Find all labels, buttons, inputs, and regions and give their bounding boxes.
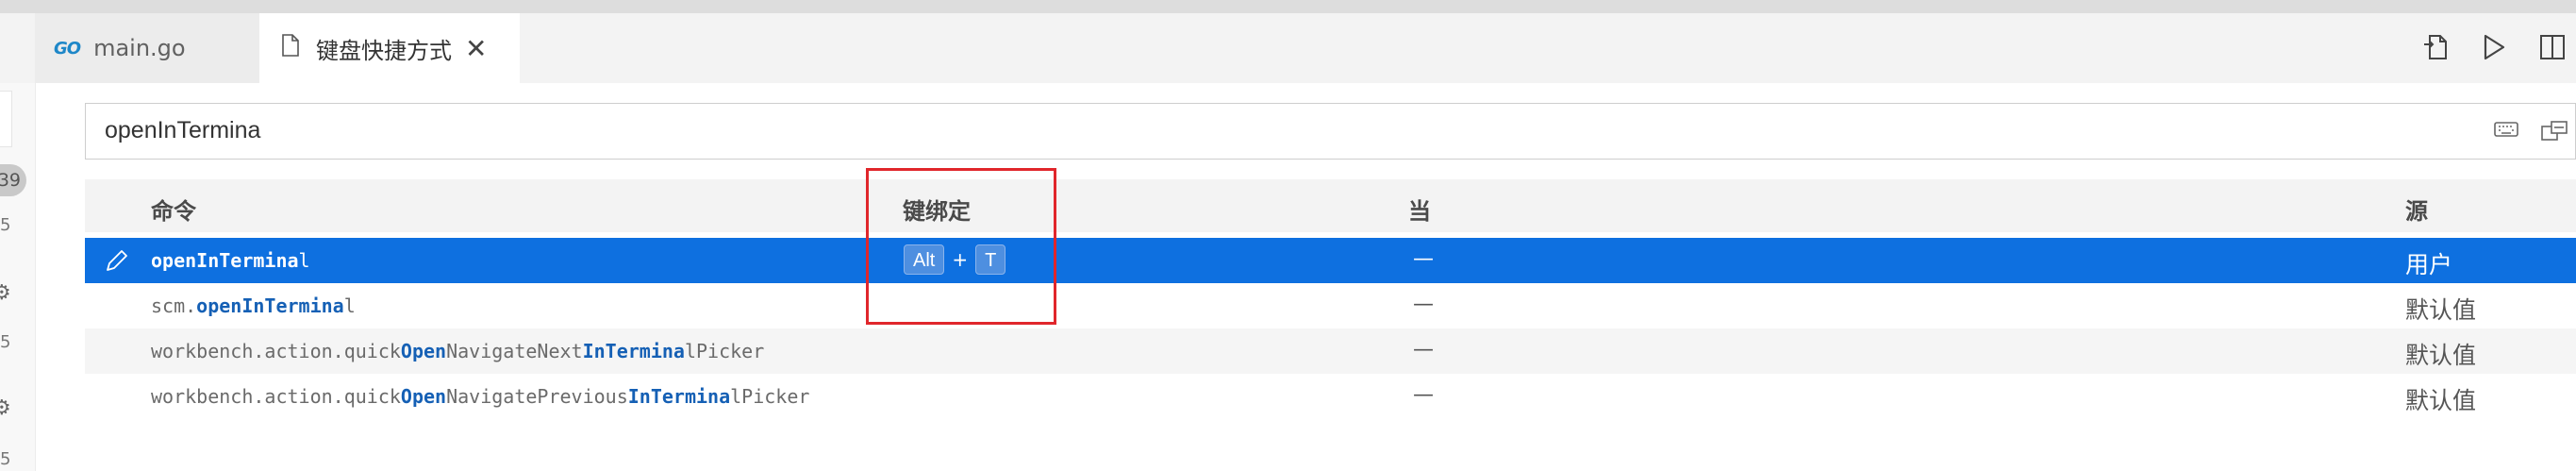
command-id: workbench.action.quickOpenNavigateNextIn… [151,340,764,362]
keybinding-search-input[interactable]: openInTermina [85,103,2576,160]
table-row[interactable]: workbench.action.quickOpenNavigateNextIn… [85,328,2576,374]
table-row[interactable]: scm.openInTerminal — 默认值 [85,283,2576,328]
when-clause: — [1413,383,1434,407]
command-text: workbench.action.quick [151,340,401,362]
command-text: l [298,249,310,272]
gear-icon: ⚙ [0,396,11,420]
gutter-panel-edge [0,91,12,147]
close-icon[interactable]: ✕ [465,33,487,64]
header-when: 当 [1408,198,1431,225]
source: 默认值 [2405,342,2477,369]
tab-label: main.go [93,35,186,61]
gutter-number: 5 [0,332,11,352]
source: 默认值 [2405,387,2477,414]
annotation-highlight-box [866,168,1056,325]
table-header: 命令 键绑定 当 源 [85,179,2576,232]
edit-pencil-icon[interactable] [104,247,130,278]
tab-label: 键盘快捷方式 [316,37,452,64]
table-row[interactable]: workbench.action.quickOpenNavigatePrevio… [85,374,2576,419]
gutter-number: 5 [0,449,11,469]
match-highlight: openInTermina [151,249,299,272]
command-text: NavigatePrevious [446,385,628,408]
command-text: workbench.action.quick [151,385,401,408]
tab-keyboard-shortcuts[interactable]: 键盘快捷方式 ✕ [259,13,520,83]
run-icon[interactable] [2475,28,2513,66]
command-text: NavigateNext [446,340,583,362]
when-clause: — [1413,247,1434,271]
gear-icon: ⚙ [0,281,11,305]
match-highlight: InTermina [627,385,731,408]
command-text: lPicker [730,385,810,408]
command-id: workbench.action.quickOpenNavigatePrevio… [151,385,809,408]
file-icon [282,34,299,62]
command-text: scm. [151,294,197,317]
gutter-number: 5 [0,215,11,235]
search-input-value: openInTermina [105,117,261,143]
window-top-strip [0,0,2576,13]
command-text: l [343,294,356,317]
match-highlight: Open [400,340,447,362]
command-id: openInTerminal [151,249,310,272]
header-source: 源 [2405,198,2428,225]
header-command: 命令 [151,198,196,225]
split-editor-icon[interactable] [2534,28,2571,66]
keyboard-icon[interactable] [2493,119,2519,143]
open-source-file-icon[interactable] [2417,28,2454,66]
command-id: scm.openInTerminal [151,294,356,317]
table-row[interactable]: openInTerminal Alt + T — 用户 [85,238,2576,283]
source: 默认值 [2405,296,2477,324]
source: 用户 [2405,251,2453,278]
when-clause: — [1413,293,1434,316]
match-highlight: Open [400,385,447,408]
go-icon: GO [54,38,81,59]
tab-main-go[interactable]: GO main.go [35,13,259,83]
sort-by-precedence-icon[interactable] [2540,119,2568,147]
match-highlight: InTermina [582,340,685,362]
when-clause: — [1413,338,1434,362]
command-text: lPicker [684,340,765,362]
match-highlight: openInTermina [196,294,344,317]
